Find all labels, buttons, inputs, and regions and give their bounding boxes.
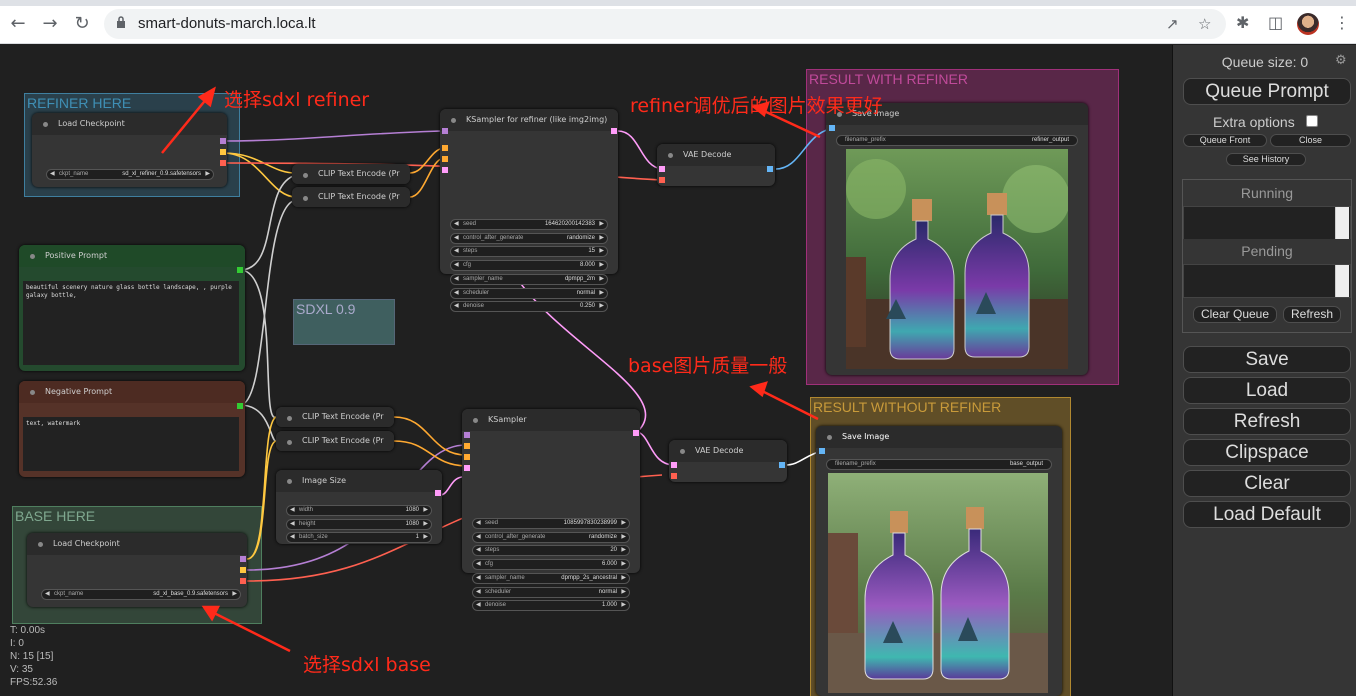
annotation-base-normal: base图片质量一般 [628,355,788,377]
scrollbar[interactable] [1335,265,1349,297]
annotation-arrow-base-result [761,389,819,421]
side-panel-icon[interactable]: ◫ [1268,13,1283,32]
lock-icon [117,16,125,28]
load-default-button[interactable]: Load Default [1183,501,1351,528]
scrollbar[interactable] [1335,207,1349,239]
node-graph-canvas[interactable]: REFINER HERE BASE HERE SDXL 0.9 RESULT W… [0,45,1172,696]
see-history-button[interactable]: See History [1226,153,1306,166]
arrow-left-icon[interactable]: ← [8,14,28,34]
clear-button[interactable]: Clear [1183,470,1351,497]
stat-nodes: N: 15 [15] [10,651,54,662]
annotation-select-base: 选择sdxl base [303,654,431,676]
avatar[interactable] [1297,13,1319,35]
extra-options-checkbox[interactable] [1306,115,1318,127]
pending-list[interactable] [1183,264,1351,298]
browser-toolbar: ← → ↻ smart-donuts-march.loca.lt ↗ ☆ ✱ ◫… [0,0,1356,44]
stat-iterations: I: 0 [10,638,24,649]
running-list[interactable] [1183,206,1351,240]
annotation-refiner-better: refiner调优后的图片效果更好 [630,95,883,117]
clear-queue-button[interactable]: Clear Queue [1193,306,1277,323]
tab-strip [0,0,1356,6]
refresh-button[interactable]: Refresh [1183,408,1351,435]
annotation-select-refiner: 选择sdxl refiner [224,89,370,111]
comfy-menu-panel: Queue size: 0 ⚙ Queue Prompt Extra optio… [1172,45,1356,696]
reload-icon[interactable]: ↻ [72,14,92,34]
stat-time: T: 0.00s [10,625,46,636]
url-text: smart-donuts-march.loca.lt [138,15,316,32]
clipspace-button[interactable]: Clipspace [1183,439,1351,466]
stat-vertices: V: 35 [10,664,33,675]
annotation-arrow-refiner [161,96,209,154]
bookmark-star-icon[interactable]: ☆ [1198,15,1211,33]
share-icon[interactable]: ↗ [1166,15,1179,33]
refresh-queue-button[interactable]: Refresh [1283,306,1341,323]
more-menu-icon[interactable]: ⋮ [1334,13,1350,32]
queue-size-label: Queue size: 0 [1221,54,1309,70]
pending-header: Pending [1183,239,1351,264]
extra-options-label: Extra options [1213,114,1295,130]
save-button[interactable]: Save [1183,346,1351,373]
queue-front-button[interactable]: Queue Front [1183,134,1267,147]
annotation-arrow-base [213,611,291,653]
extensions-icon[interactable]: ✱ [1236,13,1249,32]
close-button[interactable]: Close [1270,134,1351,147]
load-button[interactable]: Load [1183,377,1351,404]
queue-prompt-button[interactable]: Queue Prompt [1183,78,1351,105]
arrow-right-icon[interactable]: → [40,14,60,34]
running-header: Running [1183,181,1351,206]
address-bar[interactable]: smart-donuts-march.loca.lt ↗ ☆ [104,9,1226,39]
stat-fps: FPS:52.36 [10,677,58,688]
annotation-arrows [161,86,821,653]
gear-icon[interactable]: ⚙ [1335,53,1347,68]
